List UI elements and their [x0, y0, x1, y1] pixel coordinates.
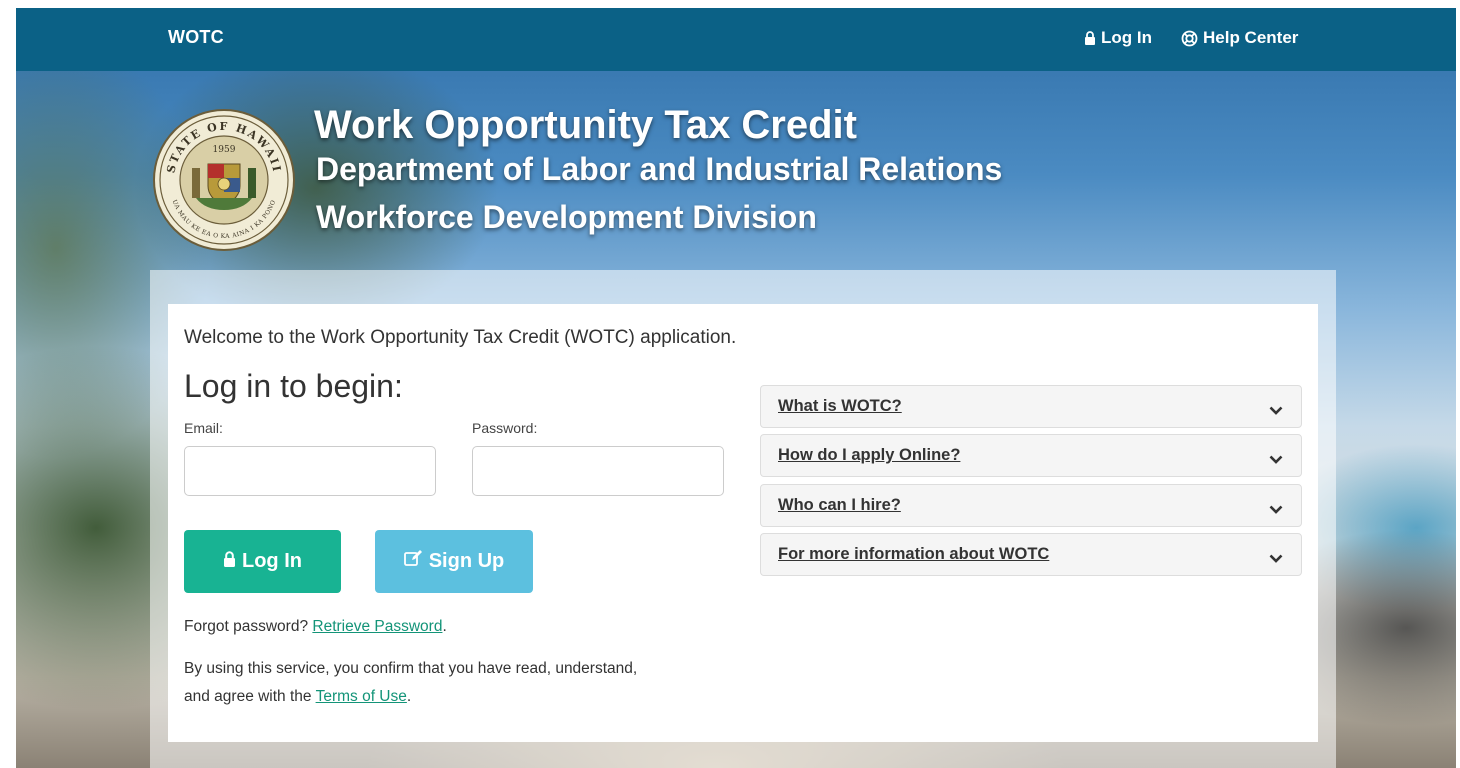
nav-help-label: Help Center [1203, 28, 1299, 47]
email-label: Email: [184, 420, 223, 436]
forgot-password-suffix: . [442, 618, 447, 635]
login-button[interactable]: Log In [184, 530, 341, 593]
lock-icon [223, 550, 236, 573]
accordion-item-what-is-wotc[interactable]: What is WOTC? [760, 385, 1302, 428]
nav-login-link[interactable]: Log In [1084, 28, 1152, 48]
lock-icon [1084, 31, 1096, 45]
nav-login-label: Log In [1101, 28, 1152, 47]
chevron-down-icon [1269, 401, 1283, 420]
chevron-down-icon [1269, 500, 1283, 519]
terms-line-2: and agree with the Terms of Use. [184, 688, 411, 706]
login-button-label: Log In [242, 550, 302, 572]
department-subtitle: Department of Labor and Industrial Relat… [316, 151, 1003, 187]
signup-button[interactable]: Sign Up [375, 530, 533, 593]
page-frame: WOTC Log In Help Center STATE OF HAWAII … [16, 8, 1456, 768]
forgot-password-text: Forgot password? Retrieve Password. [184, 618, 447, 636]
accordion-item-who-can-i-hire[interactable]: Who can I hire? [760, 484, 1302, 527]
seal-year: 1959 [213, 145, 236, 155]
brand-link[interactable]: WOTC [168, 27, 224, 48]
accordion-item-more-info[interactable]: For more information about WOTC [760, 533, 1302, 576]
accordion-item-label: For more information about WOTC [778, 545, 1050, 563]
lifebuoy-icon [1181, 30, 1198, 47]
terms-suffix: . [406, 688, 412, 705]
accordion-item-label: How do I apply Online? [778, 446, 961, 464]
password-field[interactable] [472, 446, 724, 496]
accordion-item-how-to-apply[interactable]: How do I apply Online? [760, 434, 1302, 477]
forgot-password-prefix: Forgot password? [184, 618, 309, 635]
edit-icon [403, 550, 423, 573]
page-title: Work Opportunity Tax Credit [314, 103, 857, 147]
email-field[interactable] [184, 446, 436, 496]
accordion-item-label: What is WOTC? [778, 397, 902, 415]
chevron-down-icon [1269, 450, 1283, 469]
top-navbar: WOTC Log In Help Center [16, 8, 1456, 71]
retrieve-password-link[interactable]: Retrieve Password [312, 618, 442, 635]
login-heading: Log in to begin: [184, 368, 403, 404]
nav-help-center-link[interactable]: Help Center [1181, 28, 1298, 48]
password-label: Password: [472, 420, 538, 436]
division-subtitle: Workforce Development Division [316, 199, 817, 235]
accordion-item-label: Who can I hire? [778, 496, 901, 514]
chevron-down-icon [1269, 549, 1283, 568]
terms-line-1: By using this service, you confirm that … [184, 660, 638, 677]
terms-prefix: and agree with the [184, 688, 312, 705]
welcome-text: Welcome to the Work Opportunity Tax Cred… [184, 327, 737, 348]
state-seal-logo: STATE OF HAWAII UA MAU KE EA O KA AINA I… [152, 108, 296, 252]
terms-of-use-link[interactable]: Terms of Use [316, 688, 407, 705]
signup-button-label: Sign Up [428, 550, 505, 572]
